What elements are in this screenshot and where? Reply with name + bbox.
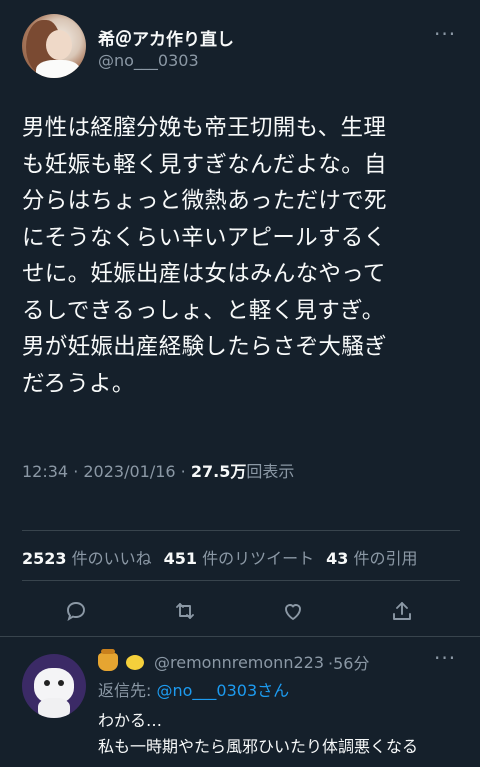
honey-pot-icon — [98, 649, 118, 671]
tweet-stats: 2523 件のいいね 451 件のリツイート 43 件の引用 — [22, 545, 418, 569]
reply-header: @remonnremonn223·56分 — [98, 649, 369, 674]
reply-avatar[interactable] — [22, 654, 86, 718]
share-icon[interactable] — [385, 594, 419, 628]
divider — [22, 580, 460, 581]
reply-icon[interactable] — [59, 594, 93, 628]
reply-text: わかる… 私も一時期やたら風邪ひいたり体調悪くなる — [98, 711, 419, 756]
reply-handle[interactable]: @remonnremonn223 — [154, 653, 324, 672]
author-handle[interactable]: @no___0303 — [98, 51, 199, 70]
lemon-icon — [126, 654, 144, 670]
reply-time[interactable]: ·56分 — [328, 650, 369, 674]
author-name[interactable]: 希＠アカ作り直し — [98, 25, 234, 50]
reply-to-link[interactable]: @no___0303 — [156, 681, 257, 700]
more-options-icon[interactable]: ··· — [434, 24, 460, 46]
tweet-text: 男性は経膣分娩も帝王切開も、生理 も妊娠も軽く見すぎなんだよな。自 分らはちょっ… — [22, 115, 387, 397]
reply-more-options-icon[interactable]: ··· — [434, 648, 456, 668]
likes-stat[interactable]: 2523 件のいいね — [22, 545, 152, 569]
divider — [22, 530, 460, 531]
reply-to-line: 返信先: @no___0303さん — [98, 681, 290, 700]
views-count: 27.5万 — [190, 462, 247, 481]
tweet-meta: 12:34 · 2023/01/16 · 27.5万回表示 — [22, 458, 294, 482]
tweet-timestamp[interactable]: 12:34 · 2023/01/16 · — [22, 462, 191, 481]
divider — [0, 636, 480, 637]
views-label: 回表示 — [246, 462, 295, 481]
action-bar — [0, 594, 480, 628]
author-avatar[interactable] — [22, 14, 86, 78]
quotes-stat[interactable]: 43 件の引用 — [326, 545, 417, 569]
retweet-icon[interactable] — [168, 594, 202, 628]
like-icon[interactable] — [276, 594, 310, 628]
retweets-stat[interactable]: 451 件のリツイート — [164, 545, 315, 569]
